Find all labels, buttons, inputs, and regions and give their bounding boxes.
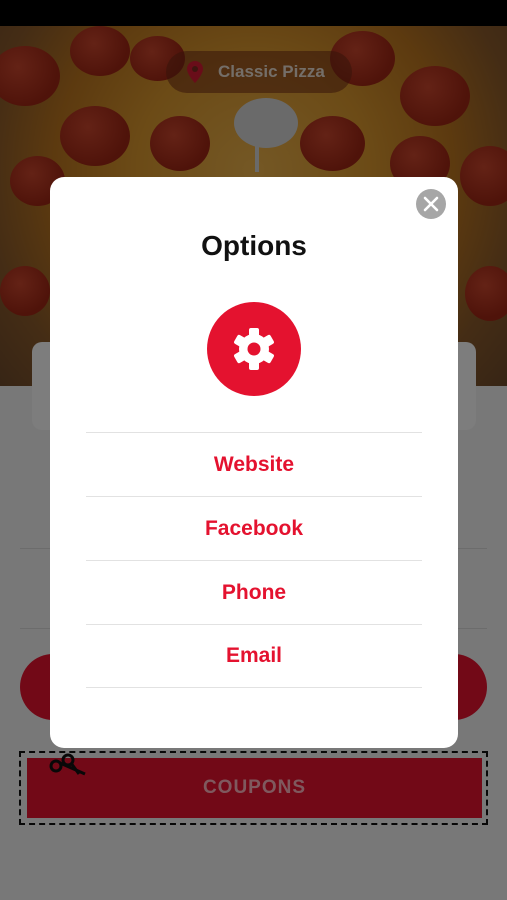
options-list: Website Facebook Phone Email: [86, 432, 422, 688]
modal-title: Options: [201, 230, 307, 261]
gear-badge: [207, 302, 301, 396]
option-facebook[interactable]: Facebook: [86, 496, 422, 560]
gear-icon: [234, 328, 274, 370]
status-bar: [0, 0, 507, 26]
close-button[interactable]: [416, 189, 446, 219]
option-label: Facebook: [204, 516, 304, 540]
close-icon: [423, 196, 439, 212]
option-email[interactable]: Email: [86, 624, 422, 688]
option-phone[interactable]: Phone: [86, 560, 422, 624]
option-label: Website: [213, 452, 295, 476]
option-label: Phone: [221, 580, 287, 604]
app-screen: Classic Pizza COUPONS Options: [0, 26, 507, 900]
option-label: Email: [225, 644, 283, 667]
options-modal: Options Website Facebook Phone Email: [50, 177, 458, 748]
option-website[interactable]: Website: [86, 432, 422, 496]
